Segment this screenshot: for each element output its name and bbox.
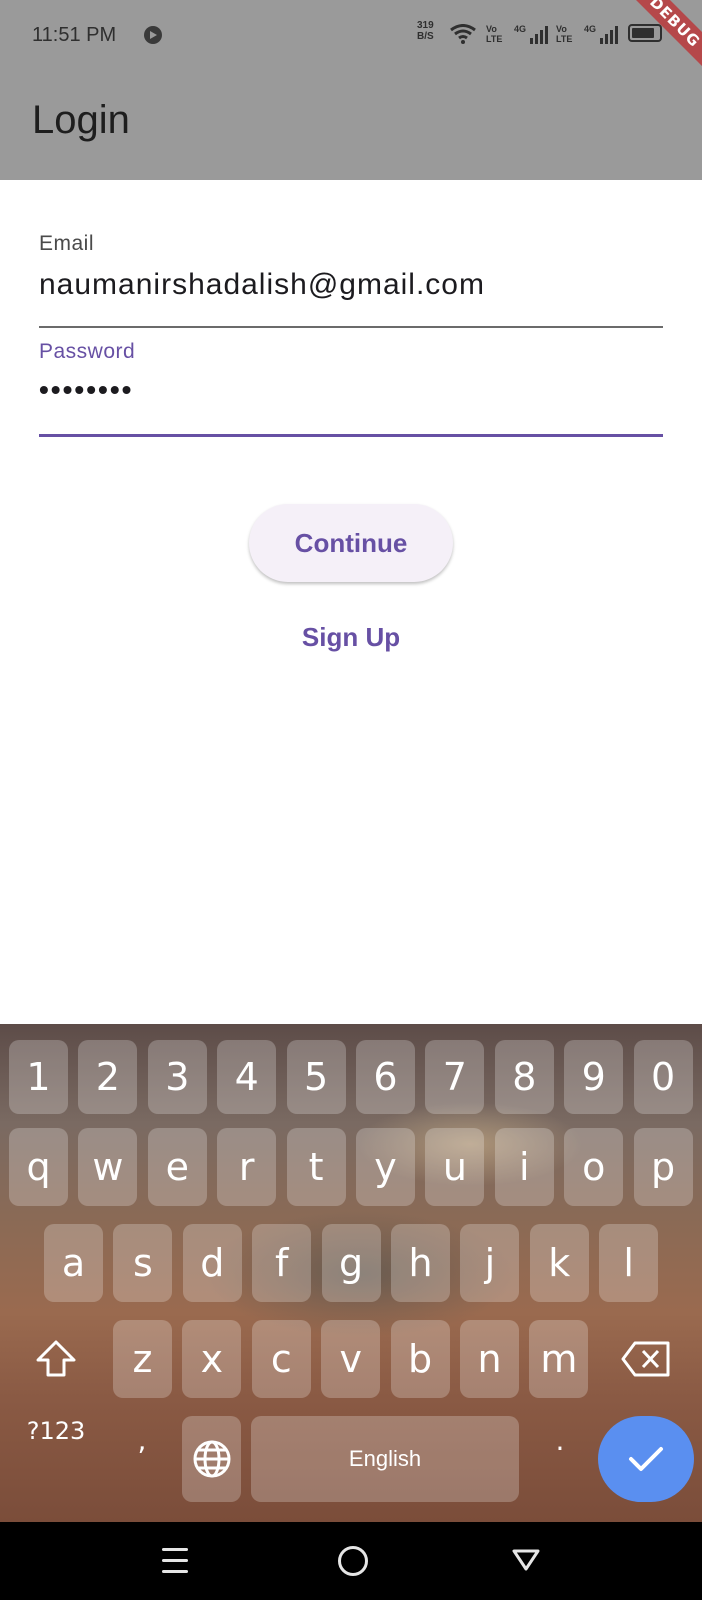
email-label: Email — [39, 232, 95, 255]
page-title: Login — [32, 98, 130, 142]
battery-level-fill — [632, 28, 654, 38]
key-p[interactable]: p — [633, 1128, 693, 1206]
shift-icon — [36, 1340, 76, 1377]
key-1[interactable]: 1 — [9, 1040, 68, 1114]
key-m[interactable]: m — [529, 1320, 589, 1398]
key-t[interactable]: t — [286, 1128, 346, 1206]
key-s[interactable]: s — [113, 1224, 173, 1302]
key-o[interactable]: o — [564, 1128, 624, 1206]
backspace-icon — [621, 1341, 670, 1377]
key-c[interactable]: c — [251, 1320, 311, 1398]
key-8[interactable]: 8 — [494, 1040, 554, 1114]
key-6[interactable]: 6 — [356, 1040, 415, 1114]
shift-key[interactable] — [10, 1320, 102, 1398]
key-a[interactable]: a — [44, 1224, 103, 1302]
key-j[interactable]: j — [460, 1224, 520, 1302]
password-field[interactable]: Password •••••••• — [39, 340, 663, 438]
key-f[interactable]: f — [252, 1224, 312, 1302]
backspace-key[interactable] — [600, 1320, 692, 1398]
status-time: 11:51 PM — [32, 24, 117, 46]
status-bar: 11:51 PM 319 B/S Vo LTE 4G Vo LTE 4G — [0, 0, 702, 70]
space-key[interactable]: English — [251, 1416, 519, 1502]
check-icon — [629, 1447, 663, 1471]
key-i[interactable]: i — [494, 1128, 554, 1206]
home-icon[interactable] — [338, 1546, 368, 1576]
network-speed-unit: B/S — [417, 31, 434, 42]
wifi-icon — [450, 24, 476, 44]
sim2-volte: Vo LTE — [556, 24, 573, 44]
menu-icon[interactable] — [162, 1546, 188, 1576]
key-y[interactable]: y — [356, 1128, 415, 1206]
sign-up-button[interactable]: Sign Up — [281, 614, 421, 660]
password-underline — [39, 434, 663, 437]
email-input[interactable]: naumanirshadalish@gmail.com — [39, 268, 663, 302]
network-speed-value: 319 — [417, 20, 434, 31]
signal-icon — [530, 26, 548, 44]
signal-icon — [600, 26, 618, 44]
key-3[interactable]: 3 — [147, 1040, 207, 1114]
back-icon[interactable] — [512, 1548, 540, 1572]
key-2[interactable]: 2 — [78, 1040, 138, 1114]
key-d[interactable]: d — [182, 1224, 242, 1302]
key-4[interactable]: 4 — [217, 1040, 277, 1114]
sim2-network: 4G — [584, 24, 597, 34]
key-x[interactable]: x — [182, 1320, 242, 1398]
key-h[interactable]: h — [391, 1224, 450, 1302]
symbols-key[interactable]: ?123 — [10, 1388, 102, 1474]
sim1-volte: Vo LTE — [486, 24, 503, 44]
continue-button[interactable]: Continue — [249, 504, 453, 582]
sim1-network: 4G — [514, 24, 527, 34]
key-w[interactable]: w — [78, 1128, 138, 1206]
key-9[interactable]: 9 — [564, 1040, 624, 1114]
key-z[interactable]: z — [113, 1320, 172, 1398]
key-0[interactable]: 0 — [633, 1040, 693, 1114]
keyboard: 1234567890 qwertyuiop asdfghjkl zxcvbnm … — [0, 1024, 702, 1522]
email-underline — [39, 326, 663, 328]
battery-icon — [628, 24, 662, 42]
key-l[interactable]: l — [599, 1224, 659, 1302]
key-b[interactable]: b — [390, 1320, 450, 1398]
key-5[interactable]: 5 — [286, 1040, 346, 1114]
key-7[interactable]: 7 — [425, 1040, 485, 1114]
password-input[interactable]: •••••••• — [39, 374, 663, 406]
key-k[interactable]: k — [529, 1224, 589, 1302]
app-bar: Login — [0, 70, 702, 180]
key-v[interactable]: v — [321, 1320, 381, 1398]
language-key[interactable] — [182, 1416, 241, 1502]
key-u[interactable]: u — [425, 1128, 485, 1206]
key-g[interactable]: g — [321, 1224, 381, 1302]
key-q[interactable]: q — [9, 1128, 68, 1206]
key-r[interactable]: r — [217, 1128, 277, 1206]
key-n[interactable]: n — [460, 1320, 519, 1398]
period-key[interactable]: . — [538, 1398, 582, 1484]
comma-key[interactable]: , — [120, 1398, 164, 1484]
key-e[interactable]: e — [147, 1128, 207, 1206]
screen-record-icon — [144, 26, 162, 44]
network-speed: 319 B/S — [417, 20, 434, 42]
password-label: Password — [39, 340, 136, 363]
navigation-bar — [0, 1522, 702, 1600]
email-field[interactable]: Email naumanirshadalish@gmail.com — [39, 232, 663, 328]
globe-icon — [193, 1440, 230, 1478]
enter-key[interactable] — [598, 1416, 694, 1502]
